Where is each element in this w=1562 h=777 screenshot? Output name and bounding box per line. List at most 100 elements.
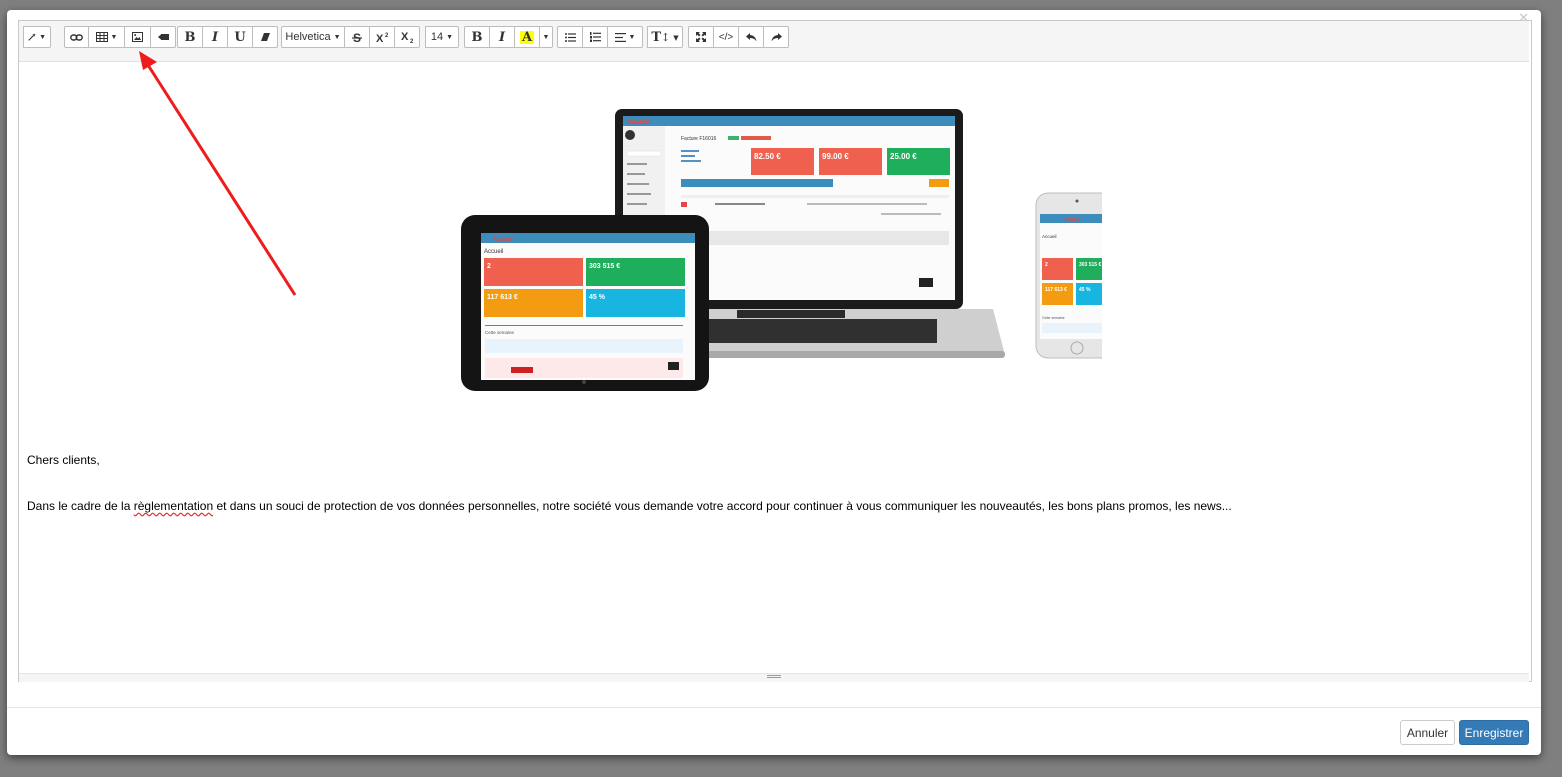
stat-tile-value: 2 [1045, 262, 1048, 268]
laptop-brand-logo: Kalaeo [627, 119, 651, 126]
laptop-stat-tiles: 82.50 € 99.00 € 25.00 € [751, 148, 950, 175]
underline-button[interactable]: U [227, 26, 253, 48]
style-button[interactable]: ▼ [23, 26, 51, 48]
stat-tile-value: 99.00 € [822, 152, 849, 161]
line-height-dropdown[interactable]: T ↕ ▼ [647, 26, 683, 48]
eraser-icon [260, 33, 270, 41]
greeting-text: Chers clients, [27, 453, 100, 467]
chevron-down-icon: ▼ [446, 33, 454, 41]
stat-tile-value: 117 613 € [487, 294, 518, 301]
subscript-icon: X2 [401, 31, 414, 43]
color-dropdown-toggle[interactable]: ▼ [539, 26, 553, 48]
bold-button-2[interactable]: B [464, 26, 490, 48]
undo-icon [745, 32, 756, 41]
strikethrough-button[interactable]: S [344, 26, 370, 48]
editor-toolbar: ▼ ▼ B I U Helvetica ▼ X 2 X 2 14 ▼ B I A… [19, 21, 1529, 62]
font-group: Helvetica ▼ S X2 X2 [281, 26, 420, 48]
clear-format-button[interactable] [252, 26, 278, 48]
ordered-list-button[interactable] [582, 26, 608, 48]
highlight-icon: A [519, 29, 535, 45]
subscript-button[interactable]: X2 [394, 26, 420, 48]
chevron-down-icon: ▼ [628, 33, 636, 41]
stat-tile-value: 303 515 € [589, 263, 620, 270]
text-height-icon: T [651, 29, 662, 45]
fullscreen-button[interactable] [688, 26, 714, 48]
editor-resize-handle[interactable] [19, 673, 1529, 682]
paragraph-group: ▼ [557, 26, 643, 48]
unordered-list-button[interactable] [557, 26, 583, 48]
stat-tile-value: 45 % [589, 294, 606, 301]
style-group: ▼ [23, 26, 51, 48]
undo-button[interactable] [738, 26, 764, 48]
view-group: </> [688, 26, 789, 48]
svg-text:X: X [376, 33, 384, 43]
stat-tile [484, 258, 583, 286]
cancel-button[interactable]: Annuler [1400, 720, 1455, 745]
stat-tile-value: 303 515 € [1079, 262, 1101, 268]
table-button[interactable]: ▼ [88, 26, 125, 48]
phone-section-title: Cette semaine [1042, 316, 1065, 320]
chevron-down-icon: ▼ [110, 33, 118, 41]
picture-button[interactable] [124, 26, 151, 48]
link-icon [70, 33, 83, 41]
code-view-button[interactable]: </> [713, 26, 739, 48]
body-paragraph: Dans le cadre de la règlementation et da… [27, 499, 1232, 513]
underline-icon: U [234, 29, 246, 45]
italic-button[interactable]: I [202, 26, 228, 48]
height-bar-icon: ↕ [661, 30, 671, 44]
magic-icon [28, 32, 36, 41]
font-size-label: 14 [430, 31, 444, 43]
misspelled-word: règlementation [133, 499, 214, 513]
chevron-down-icon: ▼ [542, 33, 550, 41]
svg-text:2: 2 [385, 33, 389, 39]
save-button[interactable]: Enregistrer [1459, 720, 1529, 745]
bold-icon: B [184, 29, 196, 45]
phone-brand-logo: Kalaeo [1063, 217, 1079, 223]
font-name-dropdown[interactable]: Helvetica ▼ [281, 26, 345, 48]
table-icon [95, 32, 108, 42]
highlight-color-button[interactable]: A [514, 26, 540, 48]
chevron-down-icon: ▼ [39, 33, 46, 41]
superscript-icon: X2 [376, 33, 389, 43]
redo-icon [771, 32, 782, 41]
redo-button[interactable] [763, 26, 789, 48]
italic-icon: I [498, 29, 506, 45]
italic-button-2[interactable]: I [489, 26, 515, 48]
font-size-dropdown[interactable]: 14 ▼ [425, 26, 459, 48]
font-size-group: 14 ▼ [425, 26, 459, 48]
video-icon [157, 34, 169, 40]
align-dropdown[interactable]: ▼ [607, 26, 643, 48]
ordered-list-icon [589, 32, 601, 42]
stat-tile-value: 117 613 € [1045, 287, 1067, 293]
unordered-list-icon [564, 32, 576, 42]
fullscreen-icon [696, 32, 706, 42]
stat-tile-value: 25.00 € [890, 152, 917, 161]
color-group: B I A ▼ [464, 26, 553, 48]
font-style-group: B I U [177, 26, 278, 48]
superscript-button[interactable]: X2 [369, 26, 395, 48]
stat-tile-value: 82.50 € [754, 152, 781, 161]
svg-text:2: 2 [410, 39, 414, 43]
devices-image[interactable]: Kalaeo Facture F16016 82.50 € 99.00 € 25.0… [437, 105, 1102, 402]
rich-text-editor: ▼ ▼ B I U Helvetica ▼ X 2 X 2 14 ▼ B I A… [18, 20, 1532, 682]
video-button[interactable] [150, 26, 176, 48]
body-text-part: Dans le cadre de la [27, 499, 134, 513]
svg-text:X: X [401, 31, 409, 43]
font-name-label: Helvetica [285, 31, 331, 43]
height-group: T ↕ ▼ [647, 26, 683, 48]
footer-divider [7, 707, 1541, 708]
strikethrough-icon: S [352, 32, 362, 43]
italic-icon: I [211, 29, 219, 45]
code-view-icon: </> [718, 31, 734, 43]
tablet-page-title: Accueil [484, 249, 503, 255]
editor-content[interactable]: Kalaeo Facture F16016 82.50 € 99.00 € 25.0… [19, 62, 1529, 685]
stat-tile-value: 45 % [1079, 287, 1091, 293]
tablet-brand-logo: Kalaeo [493, 237, 513, 243]
bold-button[interactable]: B [177, 26, 203, 48]
modal-dialog: ✕ ▼ ▼ B I U Helvetica ▼ X 2 X 2 14 ▼ B I… [7, 10, 1541, 755]
link-button[interactable] [64, 26, 89, 48]
insert-group: ▼ [64, 26, 176, 48]
bold-icon: B [471, 29, 483, 45]
grip-icon [767, 675, 781, 676]
chevron-down-icon: ▼ [333, 33, 341, 41]
